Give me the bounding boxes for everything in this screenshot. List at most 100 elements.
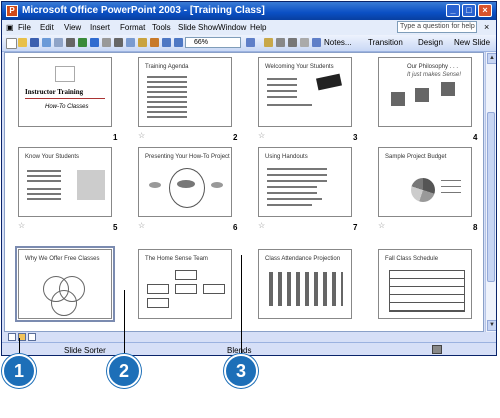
menu-help[interactable]: Help	[250, 23, 266, 32]
notes-button[interactable]: Notes...	[324, 38, 352, 47]
menu-format[interactable]: Format	[120, 23, 145, 32]
save-icon[interactable]	[30, 38, 39, 47]
redo-icon[interactable]	[174, 38, 183, 47]
slide-number: 8	[473, 223, 478, 232]
slide-number: 3	[353, 133, 358, 142]
divider	[25, 98, 105, 99]
doc-icon[interactable]: ▣	[6, 23, 14, 32]
open-icon[interactable]	[18, 38, 27, 47]
scroll-down-icon[interactable]: ▼	[487, 320, 496, 331]
slide-show-icon[interactable]	[28, 333, 36, 341]
slide-thumbnail[interactable]: Know Your Students	[18, 147, 112, 217]
diagram-box	[415, 88, 429, 102]
menu-tools[interactable]: Tools	[152, 23, 171, 32]
cut-icon[interactable]	[114, 38, 123, 47]
slide-thumbnail[interactable]: Welcoming Your Students	[258, 57, 352, 127]
transition-button[interactable]: Transition	[368, 38, 403, 47]
callout-2: 2	[107, 354, 141, 388]
slide-thumbnail[interactable]: Instructor Training How-To Classes	[18, 57, 112, 127]
slide-thumbnail[interactable]: The Home Sense Team	[138, 249, 232, 319]
spelling-icon[interactable]	[90, 38, 99, 47]
design-button[interactable]: Design	[418, 38, 443, 47]
menu-view[interactable]: View	[64, 23, 81, 32]
language-icon	[432, 345, 442, 354]
org-box	[203, 284, 225, 294]
format-painter-icon[interactable]	[150, 38, 159, 47]
email-icon[interactable]	[54, 38, 63, 47]
menu-file[interactable]: File	[18, 23, 31, 32]
diagram-box	[441, 82, 455, 96]
slide-thumbnail[interactable]: Using Handouts	[258, 147, 352, 217]
slide-thumbnail[interactable]: Sample Project Budget	[378, 147, 472, 217]
slide-title: Welcoming Your Students	[265, 64, 334, 70]
scroll-thumb[interactable]	[487, 112, 495, 282]
help-icon[interactable]	[246, 38, 255, 47]
transition-icon: ☆	[258, 221, 266, 230]
slide-number: 6	[233, 223, 238, 232]
slide-thumbnail-selected[interactable]: Why We Offer Free Classes	[15, 246, 115, 322]
slide-number: 4	[473, 133, 478, 142]
slide-thumbnail[interactable]: Training Agenda	[138, 57, 232, 127]
house-logo	[55, 66, 75, 82]
menu-edit[interactable]: Edit	[40, 23, 54, 32]
menu-window[interactable]: Window	[218, 23, 246, 32]
new-slide-button[interactable]: New Slide	[454, 38, 490, 47]
venn-circle	[51, 290, 77, 316]
scroll-up-icon[interactable]: ▲	[487, 53, 496, 64]
slide-title: Class Attendance Projection	[265, 256, 341, 262]
slide-sorter-pane: Instructor Training How-To Classes 1 Tra…	[4, 52, 484, 332]
slide-title: Know Your Students	[25, 154, 80, 160]
diagram-center	[177, 180, 195, 188]
org-box	[147, 284, 169, 294]
slide-thumbnail[interactable]: Our Philosophy . . . It just makes Sense…	[378, 57, 472, 127]
permission-icon[interactable]	[42, 38, 51, 47]
normal-view-icon[interactable]	[8, 333, 16, 341]
slide-thumbnail[interactable]: Presenting Your How-To Project	[138, 147, 232, 217]
print-icon[interactable]	[66, 38, 75, 47]
title-bar: P Microsoft Office PowerPoint 2003 - [Tr…	[2, 2, 496, 20]
slide-subtitle: How-To Classes	[45, 104, 89, 110]
menu-slide-show[interactable]: Slide Show	[178, 23, 218, 32]
slide-title: Using Handouts	[265, 154, 308, 160]
powerpoint-app-icon[interactable]: P	[6, 5, 18, 17]
print-preview-icon[interactable]	[78, 38, 87, 47]
research-icon[interactable]	[102, 38, 111, 47]
slide-title: Why We Offer Free Classes	[25, 256, 100, 262]
cycle-diagram	[169, 168, 205, 208]
transition-icon: ☆	[18, 221, 26, 230]
close-document-icon[interactable]: ×	[484, 22, 489, 32]
hide-slide-icon[interactable]	[300, 38, 309, 47]
diagram-node	[149, 182, 161, 188]
menu-insert[interactable]: Insert	[90, 23, 110, 32]
maximize-button[interactable]: □	[462, 4, 476, 17]
grayscale-icon[interactable]	[288, 38, 297, 47]
vertical-scrollbar[interactable]: ▲ ▼	[485, 52, 496, 332]
show-formatting-icon[interactable]	[276, 38, 285, 47]
help-search-input[interactable]: Type a question for help	[397, 21, 477, 33]
view-buttons-bar	[4, 332, 496, 342]
paste-icon[interactable]	[138, 38, 147, 47]
slide-title: Fall Class Schedule	[385, 256, 439, 262]
undo-icon[interactable]	[162, 38, 171, 47]
window-title: Microsoft Office PowerPoint 2003 - [Trai…	[22, 5, 265, 16]
minimize-button[interactable]: _	[446, 4, 460, 17]
schedule-table	[389, 270, 465, 312]
transition-icon: ☆	[138, 131, 146, 140]
callout-1: 1	[2, 354, 36, 388]
transition-icon: ☆	[258, 131, 266, 140]
slide-number: 1	[113, 133, 118, 142]
diagram-box	[391, 92, 405, 106]
bar-chart	[269, 272, 343, 306]
drag-insertion-line	[241, 255, 242, 269]
slide-title: The Home Sense Team	[145, 256, 208, 262]
close-button[interactable]: ×	[478, 4, 492, 17]
rehearse-timings-icon[interactable]	[312, 38, 321, 47]
zoom-select[interactable]: 66%	[185, 37, 241, 48]
slide-thumbnail[interactable]: Class Attendance Projection	[258, 249, 352, 319]
expand-all-icon[interactable]	[264, 38, 273, 47]
slide-thumbnail[interactable]: Fall Class Schedule	[378, 249, 472, 319]
status-bar: Slide Sorter Blends	[2, 342, 496, 355]
copy-icon[interactable]	[126, 38, 135, 47]
slide-title: Sample Project Budget	[385, 154, 447, 160]
new-icon[interactable]	[6, 38, 17, 49]
